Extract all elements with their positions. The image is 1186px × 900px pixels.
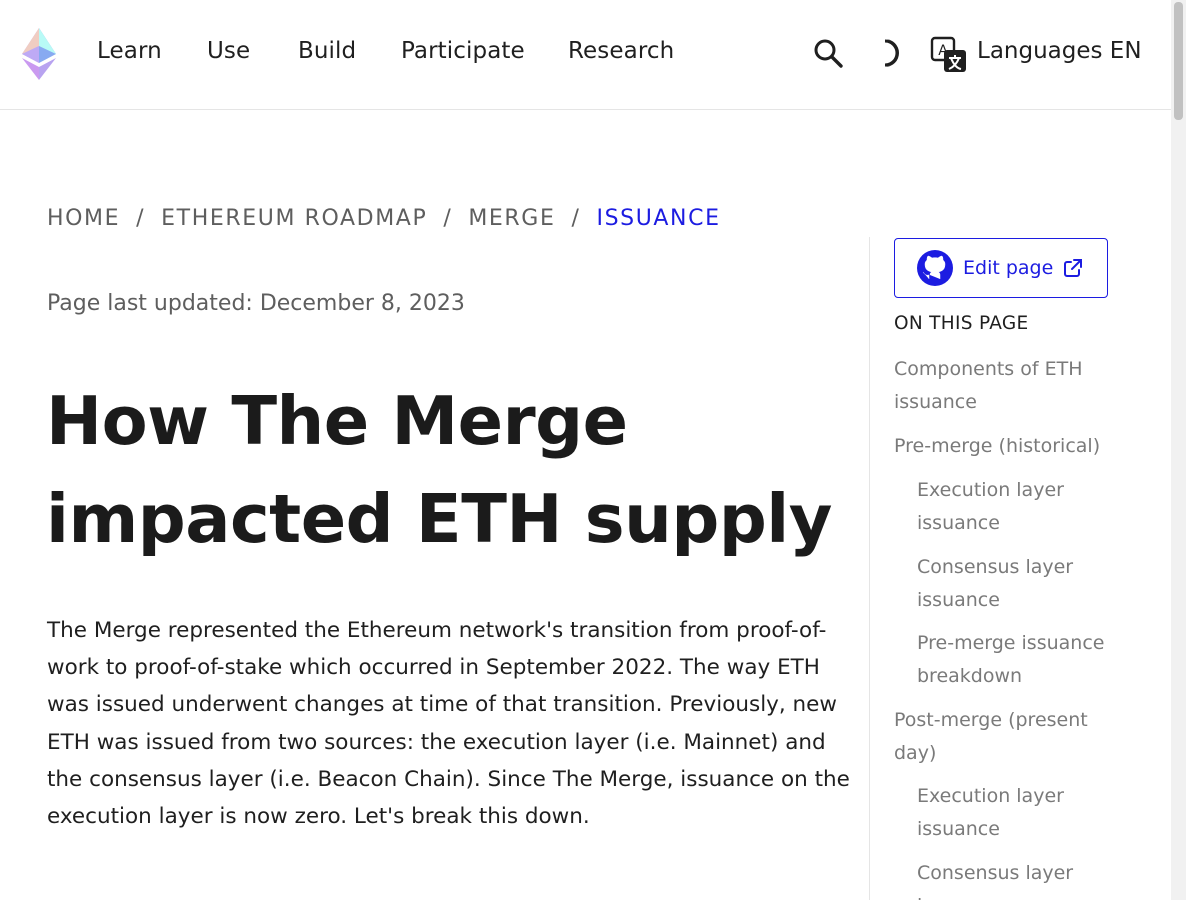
toc-heading: ON THIS PAGE [894,313,1029,334]
toc-item-line: issuance [917,588,1000,611]
breadcrumb-home[interactable]: HOME [47,206,120,231]
page-title-line-1: How The Merge [46,382,628,460]
toc-item-line: issuance [917,895,1000,900]
toc-item-line: Consensus layer [917,862,1074,884]
toc-item-pre-merge[interactable]: Pre-merge (historical) [894,430,1100,463]
nav-participate[interactable]: Participate [401,38,525,64]
toc-item-line: issuance [917,511,1000,534]
toc-item-pre-merge-breakdown[interactable]: Pre-merge issuance breakdown [917,627,1104,692]
intro-paragraph: The Merge represented the Ethereum netwo… [47,618,850,830]
toc-item-execution-issuance-post[interactable]: Execution layer issuance [917,780,1064,845]
toc-item-line: Consensus layer [917,556,1074,578]
nav-use[interactable]: Use [207,38,250,64]
github-icon [917,250,953,286]
toc-item-line: Execution layer [917,479,1064,501]
breadcrumb: HOME / ETHEREUM ROADMAP / MERGE / ISSUANCE [47,206,721,231]
toc-item-line: Pre-merge (historical) [894,435,1101,457]
toc-item-line: breakdown [917,664,1023,687]
toc-item-line: Execution layer [917,785,1064,807]
last-updated: Page last updated: December 8, 2023 [47,291,465,316]
toc-item-post-merge[interactable]: Post-merge (present day) [894,704,1088,769]
external-link-icon [1064,259,1083,277]
translate-icon[interactable]: A [930,36,968,74]
search-icon[interactable] [811,36,845,70]
breadcrumb-separator: / [443,206,453,231]
edit-page-button[interactable]: Edit page [894,238,1108,298]
toc-item-execution-issuance-pre[interactable]: Execution layer issuance [917,474,1064,539]
toc-item-line: Components of ETH [894,358,1083,380]
toc-item-line: Pre-merge issuance [917,632,1105,654]
nav-research[interactable]: Research [568,38,674,64]
nav-build[interactable]: Build [298,38,356,64]
moon-icon[interactable] [872,36,906,70]
toc-item-consensus-issuance-pre[interactable]: Consensus layer issuance [917,551,1073,616]
toc-item-consensus-issuance-post[interactable]: Consensus layer issuance [917,857,1073,900]
ethereum-logo[interactable] [22,28,56,80]
language-selector[interactable]: Languages EN [977,38,1142,64]
page-title: How The Merge impacted ETH supply [46,372,846,568]
breadcrumb-merge[interactable]: MERGE [468,206,555,231]
toc-item-line: Post-merge (present [894,709,1088,731]
edit-page-label: Edit page [963,257,1054,279]
breadcrumb-separator: / [571,206,581,231]
toc-item-line: issuance [894,390,977,413]
toc-item-components[interactable]: Components of ETH issuance [894,353,1083,418]
scrollbar-thumb[interactable] [1174,2,1183,120]
top-navigation: Learn Use Build Participate Research A L… [0,0,1171,110]
toc-item-line: issuance [917,817,1000,840]
sidebar-divider [869,237,870,900]
breadcrumb-roadmap[interactable]: ETHEREUM ROADMAP [161,206,427,231]
nav-learn[interactable]: Learn [97,38,162,64]
page-title-line-2: impacted ETH supply [46,480,832,558]
breadcrumb-current[interactable]: ISSUANCE [596,206,720,231]
toc-item-line: day) [894,741,937,764]
page-scrollbar[interactable] [1171,0,1186,900]
breadcrumb-separator: / [136,206,146,231]
